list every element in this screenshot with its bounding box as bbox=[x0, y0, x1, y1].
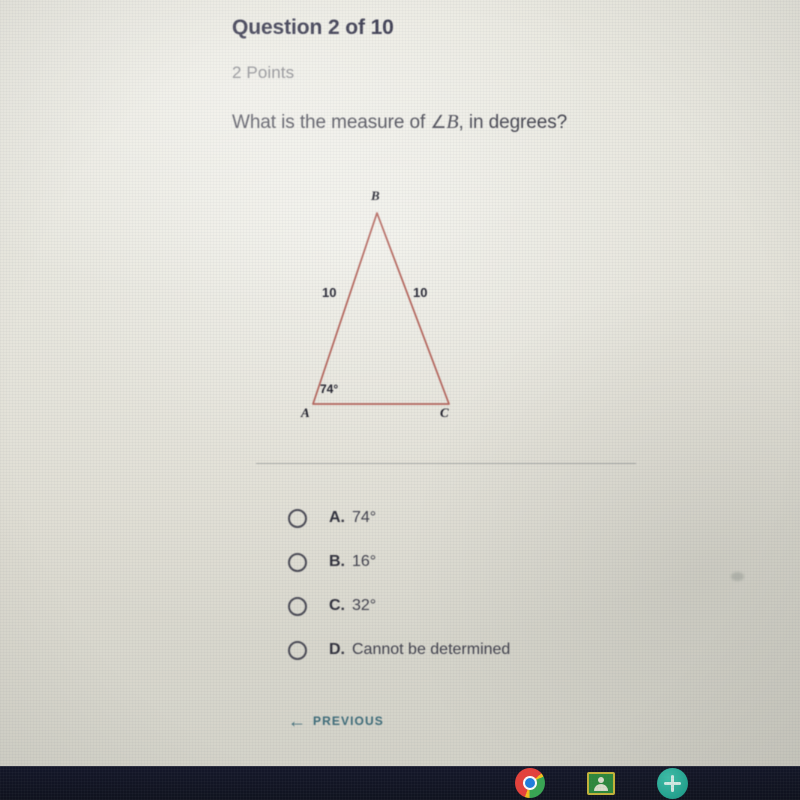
option-a[interactable]: A. 74° bbox=[288, 496, 688, 540]
answer-options-list: A. 74° B. 16° C. 32° D. Cannot be determ… bbox=[288, 496, 688, 672]
google-classroom-icon[interactable] bbox=[584, 767, 618, 800]
vertex-label-b: B bbox=[371, 188, 380, 203]
add-icon[interactable] bbox=[655, 767, 689, 800]
vertex-label-c: C bbox=[440, 405, 449, 420]
add-icon-bar-vertical bbox=[671, 775, 674, 792]
photographed-screen: Question 2 of 10 2 Points What is the me… bbox=[0, 0, 800, 800]
side-length-right: 10 bbox=[413, 285, 428, 300]
quiz-page: Question 2 of 10 2 Points What is the me… bbox=[0, 0, 800, 800]
page-title: Question 2 of 10 bbox=[232, 16, 394, 39]
option-text-d: Cannot be determined bbox=[352, 641, 511, 658]
side-length-left: 10 bbox=[322, 285, 337, 300]
radio-button-d[interactable] bbox=[288, 640, 307, 660]
radio-button-a[interactable] bbox=[288, 508, 307, 528]
prompt-text-after: , in degrees? bbox=[458, 112, 568, 133]
option-text-c: 32° bbox=[352, 597, 377, 614]
option-letter-a: A. bbox=[329, 509, 345, 526]
question-prompt: What is the measure of ∠B, in degrees? bbox=[232, 111, 567, 134]
triangle-outline bbox=[312, 212, 450, 405]
chrome-icon-dot bbox=[525, 778, 535, 788]
angle-symbol-icon: ∠ bbox=[430, 112, 447, 133]
previous-button-label: PREVIOUS bbox=[313, 714, 384, 728]
screen-dust-speck bbox=[731, 572, 744, 581]
triangle-drawing bbox=[312, 212, 450, 405]
option-letter-d: D. bbox=[329, 641, 345, 658]
taskbar bbox=[0, 766, 800, 800]
option-letter-b: B. bbox=[329, 553, 345, 570]
option-b[interactable]: B. 16° bbox=[288, 540, 688, 584]
classroom-icon-head bbox=[598, 777, 604, 783]
option-c[interactable]: C. 32° bbox=[288, 584, 688, 628]
triangle-figure: B A C 10 10 74° bbox=[270, 175, 500, 425]
option-letter-c: C. bbox=[329, 597, 345, 614]
arrow-left-icon: ← bbox=[288, 711, 306, 731]
radio-button-b[interactable] bbox=[288, 552, 307, 572]
prompt-text-before: What is the measure of bbox=[232, 112, 431, 133]
prompt-angle-expression: ∠B bbox=[430, 111, 458, 133]
section-divider bbox=[256, 463, 636, 464]
previous-button[interactable]: ← PREVIOUS bbox=[288, 712, 384, 730]
vertex-label-a: A bbox=[301, 405, 310, 420]
chrome-icon[interactable] bbox=[513, 767, 547, 800]
points-label: 2 Points bbox=[232, 63, 295, 82]
option-d[interactable]: D. Cannot be determined bbox=[288, 628, 688, 672]
radio-button-c[interactable] bbox=[288, 596, 307, 616]
option-text-a: 74° bbox=[352, 509, 377, 526]
classroom-icon-body bbox=[594, 784, 608, 791]
option-text-b: 16° bbox=[352, 553, 377, 570]
angle-measure-a: 74° bbox=[320, 382, 339, 396]
prompt-angle-vertex: B bbox=[446, 111, 459, 133]
